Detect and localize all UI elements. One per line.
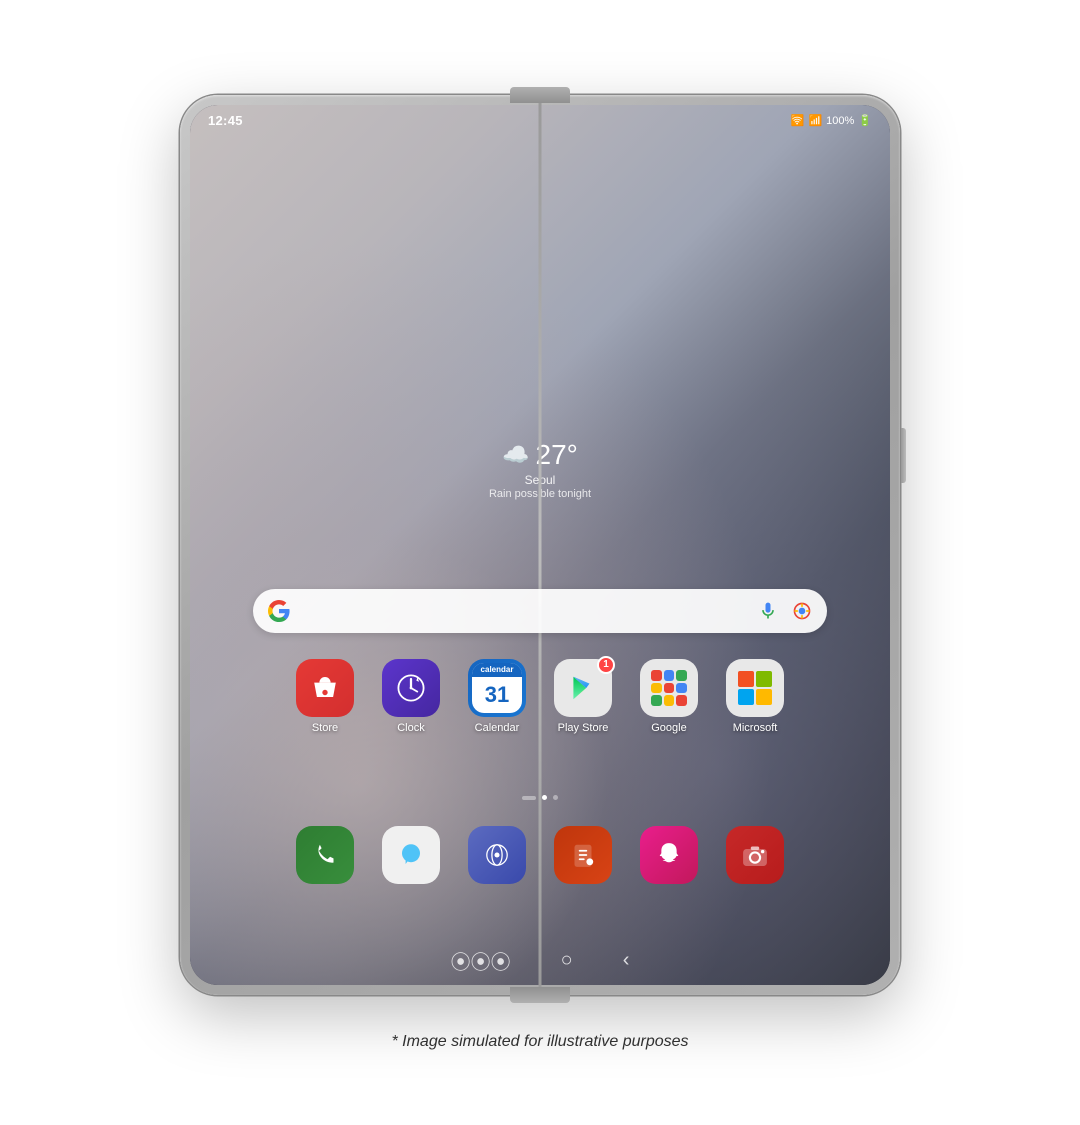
app-item-galaxy[interactable] xyxy=(457,826,537,884)
redapp-icon xyxy=(554,826,612,884)
status-bar: 12:45 🛜 📶 100% 🔋 xyxy=(190,105,890,137)
hinge-top xyxy=(510,87,570,103)
status-time: 12:45 xyxy=(208,113,243,128)
device-shell: 12:45 🛜 📶 100% 🔋 ☁️ 27° Seoul Rai xyxy=(180,95,900,995)
page-wrapper: 12:45 🛜 📶 100% 🔋 ☁️ 27° Seoul Rai xyxy=(0,0,1080,1125)
calendar-inner: calendar 31 xyxy=(472,663,522,713)
battery-icon: 🔋 xyxy=(858,114,872,127)
snap-icon xyxy=(640,826,698,884)
store-icon xyxy=(296,659,354,717)
app-item-google[interactable]: Google xyxy=(629,659,709,734)
search-bar[interactable] xyxy=(253,589,827,633)
battery-text: 100% xyxy=(826,115,854,127)
calendar-top: calendar xyxy=(472,663,522,677)
microsoft-grid xyxy=(738,671,772,705)
app-item-redapp[interactable] xyxy=(543,826,623,884)
app-item-messages[interactable] xyxy=(371,826,451,884)
clock-icon xyxy=(382,659,440,717)
google-g-icon xyxy=(267,599,291,623)
app-grid-row1: Store xyxy=(285,659,795,734)
store-label: Store xyxy=(312,722,338,734)
dot-active xyxy=(542,795,547,800)
playstore-badge: 1 xyxy=(597,656,615,674)
microsoft-icon xyxy=(726,659,784,717)
app-item-phone[interactable] xyxy=(285,826,365,884)
mic-icon[interactable] xyxy=(757,600,779,622)
calendar-icon: calendar 31 xyxy=(468,659,526,717)
app-item-calendar[interactable]: calendar 31 Calendar xyxy=(457,659,537,734)
app-item-playstore[interactable]: 1 xyxy=(543,659,623,734)
app-item-clock[interactable]: Clock xyxy=(371,659,451,734)
nav-back-icon[interactable]: ‹ xyxy=(623,949,630,972)
playstore-icon: 1 xyxy=(554,659,612,717)
app-item-camera[interactable] xyxy=(715,826,795,884)
device-container: 12:45 🛜 📶 100% 🔋 ☁️ 27° Seoul Rai xyxy=(175,75,905,1015)
weather-temperature: 27° xyxy=(536,439,578,471)
google-grid xyxy=(651,670,687,706)
nav-bar: ⦿⦿⦿ ○ ‹ xyxy=(190,937,890,985)
app-item-snap[interactable] xyxy=(629,826,709,884)
side-button[interactable] xyxy=(901,428,906,483)
dot-inactive xyxy=(553,795,558,800)
weather-cloud-icon: ☁️ xyxy=(502,442,529,468)
galaxy-icon xyxy=(468,826,526,884)
calendar-number: 31 xyxy=(485,677,509,712)
dock-row xyxy=(285,826,795,884)
microsoft-label: Microsoft xyxy=(733,722,778,734)
playstore-label: Play Store xyxy=(558,722,609,734)
lens-icon[interactable] xyxy=(791,600,813,622)
google-icon xyxy=(640,659,698,717)
search-icons xyxy=(757,600,813,622)
hinge-bottom xyxy=(510,987,570,1003)
dot-indicators xyxy=(522,795,558,800)
status-icons: 🛜 📶 100% 🔋 xyxy=(791,114,872,127)
messages-icon xyxy=(382,826,440,884)
app-item-store[interactable]: Store xyxy=(285,659,365,734)
camera-icon xyxy=(726,826,784,884)
google-label: Google xyxy=(651,722,686,734)
nav-recents-icon[interactable]: ⦿⦿⦿ xyxy=(451,946,511,975)
calendar-label: Calendar xyxy=(475,722,520,734)
clock-label: Clock xyxy=(397,722,425,734)
phone-icon xyxy=(296,826,354,884)
dot-dash xyxy=(522,796,536,800)
app-item-microsoft[interactable]: Microsoft xyxy=(715,659,795,734)
disclaimer: * Image simulated for illustrative purpo… xyxy=(391,1033,688,1051)
signal-icon: 📶 xyxy=(808,114,822,127)
nav-home-icon[interactable]: ○ xyxy=(561,949,573,972)
wifi-icon: 🛜 xyxy=(791,114,805,127)
